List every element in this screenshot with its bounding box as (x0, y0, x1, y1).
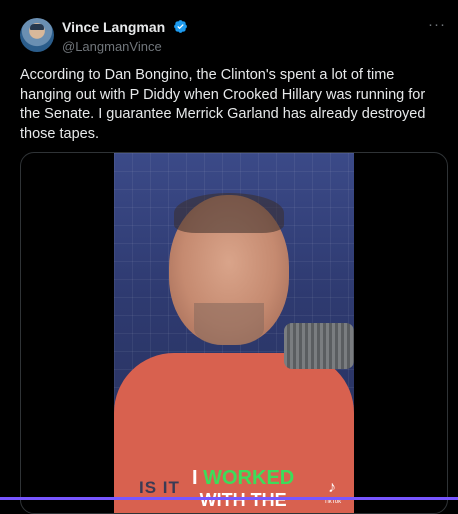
caption-highlight: WORKED (203, 467, 295, 489)
caption-line-1: I WORKED (192, 467, 294, 489)
author-names: Vince Langman @LangmanVince (62, 18, 188, 54)
tweet-text: According to Dan Bongino, the Clinton's … (20, 67, 426, 142)
video-caption: I WORKED WITH THE (192, 467, 294, 511)
verified-badge-icon (173, 20, 187, 34)
author-display-name[interactable]: Vince Langman (62, 19, 165, 35)
microphone (284, 323, 354, 369)
video-beard (194, 303, 264, 345)
caption-prefix: I (192, 467, 204, 489)
caption-line-2: WITH THE (199, 490, 287, 510)
shirt-print: IS IT (139, 478, 180, 497)
media-container[interactable]: IS IT I WORKED WITH THE ♪ TikTok (20, 152, 448, 514)
more-options-icon[interactable]: ··· (428, 16, 446, 33)
video-player[interactable]: IS IT I WORKED WITH THE ♪ TikTok (114, 153, 354, 513)
author-handle[interactable]: @LangmanVince (62, 39, 188, 54)
author-avatar[interactable] (20, 18, 54, 52)
avatar-cap (30, 24, 44, 30)
tiktok-logo-icon: ♪ (328, 479, 336, 496)
tweet-header: Vince Langman @LangmanVince ··· (20, 16, 446, 56)
video-scalp (174, 193, 284, 233)
